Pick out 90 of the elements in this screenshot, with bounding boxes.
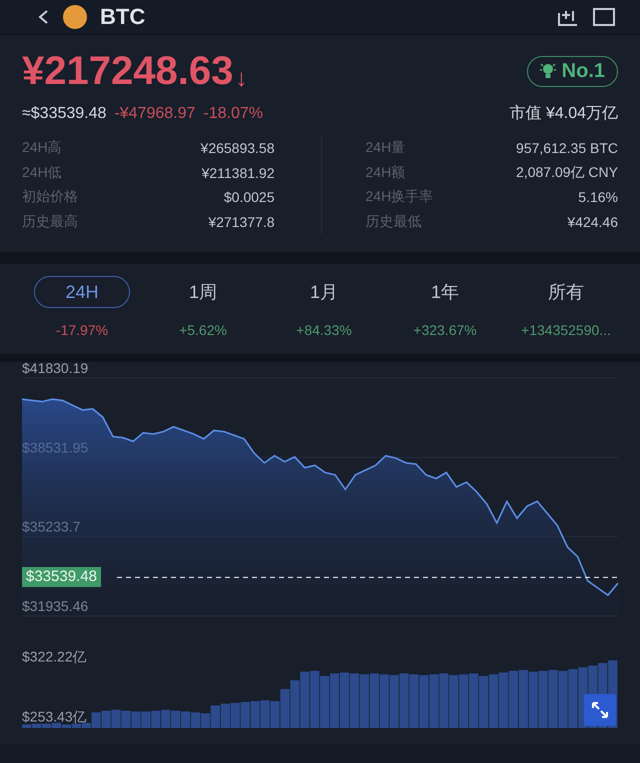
volume-bar	[548, 670, 558, 728]
stat-label: 初始价格	[22, 188, 78, 206]
stat-value: 5.16%	[578, 189, 618, 206]
expand-icon	[590, 700, 610, 720]
square-icon[interactable]	[592, 7, 616, 27]
expand-button[interactable]	[584, 694, 616, 726]
volume-bar	[568, 669, 578, 728]
stat-label: 24H量	[366, 139, 406, 158]
rank-badge: No.1	[526, 56, 618, 86]
volume-bar	[498, 672, 508, 728]
current-price-tag: $33539.48	[22, 567, 101, 588]
change-percent: -18.07%	[203, 104, 263, 122]
volume-bar	[320, 676, 330, 728]
volume-bar	[151, 710, 160, 728]
volume-bar	[429, 674, 439, 728]
volume-bar	[449, 675, 458, 728]
volume-bar	[111, 710, 121, 728]
volume-bar	[240, 702, 250, 728]
volume-bar	[180, 712, 190, 728]
volume-bar	[370, 673, 379, 728]
volume-bar	[161, 710, 170, 728]
back-icon[interactable]	[36, 9, 50, 25]
volume-bar	[230, 702, 240, 728]
stat-value: $0.0025	[224, 189, 274, 206]
volume-bar	[190, 712, 200, 728]
period-tab[interactable]: 1月	[276, 276, 372, 308]
volume-bar	[300, 672, 310, 728]
period-change: +323.67%	[413, 322, 477, 338]
down-arrow: ↓	[235, 65, 248, 93]
volume-bar	[390, 675, 399, 728]
volume-bar	[409, 674, 419, 728]
volume-bar	[459, 674, 468, 728]
coin-icon	[62, 4, 88, 30]
volume-bar	[220, 704, 230, 728]
volume-bar	[141, 712, 150, 728]
volume-bar	[508, 670, 518, 728]
volume-bar	[538, 670, 548, 728]
period-change: +84.33%	[296, 322, 352, 338]
axis-label: $35233.7	[22, 518, 80, 535]
period-tab[interactable]: 所有	[518, 276, 614, 308]
stat-label: 24H额	[366, 164, 406, 182]
volume-bar	[121, 710, 131, 728]
axis-label: $253.43亿	[22, 708, 87, 724]
usd-price: ≈$33539.48	[22, 104, 106, 122]
volume-bar	[400, 673, 409, 728]
stat-value: ¥211381.92	[202, 164, 274, 181]
period-tab[interactable]: 1周	[155, 276, 251, 308]
volume-bar	[478, 676, 488, 728]
stat-value: ¥271377.8	[208, 214, 274, 230]
volume-bar	[439, 673, 448, 728]
stat-value: 957,612.35 BTC	[516, 140, 618, 156]
volume-bar	[340, 672, 350, 728]
volume-bar	[528, 672, 538, 728]
volume-bar	[250, 701, 260, 728]
price-change: -¥47968.97	[114, 104, 196, 122]
volume-bar	[558, 670, 568, 728]
price-value: ¥217248.63	[22, 49, 234, 93]
period-tab[interactable]: 1年	[397, 276, 493, 308]
stat-label: 历史最高	[22, 212, 78, 231]
volume-bar	[102, 710, 111, 728]
volume-bar	[260, 700, 270, 728]
volume-bar	[310, 670, 320, 728]
coin-title: BTC	[100, 4, 146, 30]
axis-label: $322.22亿	[22, 648, 87, 665]
volume-bar	[380, 674, 389, 728]
volume-bar	[360, 674, 369, 728]
volume-bar	[290, 680, 300, 728]
axis-label: $31935.46	[22, 598, 88, 614]
stat-label: 24H换手率	[366, 188, 434, 206]
stat-label: 历史最低	[366, 212, 422, 231]
market-cap: 市值 ¥4.04万亿	[510, 104, 618, 124]
volume-bar	[488, 674, 498, 728]
axis-label: $41830.19	[22, 362, 88, 376]
volume-bar	[350, 673, 360, 728]
stat-value: 2,087.09亿 CNY	[516, 164, 618, 182]
volume-bar	[171, 710, 180, 728]
volume-bar	[330, 673, 340, 728]
volume-bar	[419, 675, 429, 728]
stat-value: ¥424.46	[567, 214, 618, 230]
stat-label: 24H高	[22, 139, 62, 158]
period-change: +134352590...	[521, 322, 611, 338]
volume-bar	[518, 670, 528, 728]
stat-value: ¥265893.58	[200, 140, 274, 156]
volume-bar	[131, 712, 141, 728]
period-tab[interactable]: 24H	[34, 276, 130, 308]
period-change: +5.62%	[179, 322, 227, 338]
bulb-icon	[540, 62, 556, 80]
volume-bar	[469, 673, 478, 728]
period-change: -17.97%	[56, 322, 108, 338]
stat-label: 24H低	[22, 164, 62, 182]
